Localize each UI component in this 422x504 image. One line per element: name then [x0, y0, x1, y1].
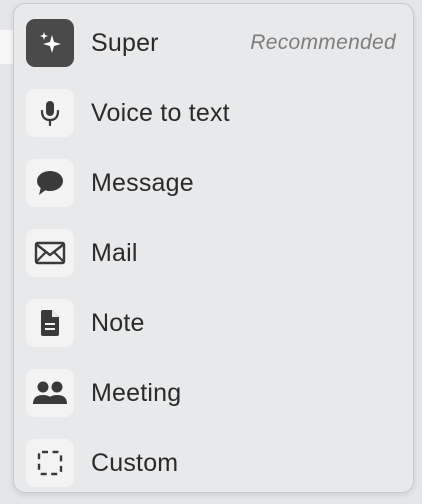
- menu-item-voice-to-text[interactable]: Voice to text: [14, 78, 413, 148]
- menu-item-label: Voice to text: [91, 98, 230, 127]
- menu-item-label: Message: [91, 168, 194, 197]
- menu-item-meeting[interactable]: Meeting: [14, 358, 413, 428]
- menu-item-super[interactable]: Super Recommended: [14, 8, 413, 78]
- mode-dropdown-menu: Super Recommended Voice to text Message: [13, 3, 414, 493]
- people-icon: [26, 369, 74, 417]
- menu-item-note[interactable]: Note: [14, 288, 413, 358]
- chat-bubble-icon: [26, 159, 74, 207]
- recommended-badge: Recommended: [250, 31, 396, 54]
- dashed-square-icon: [26, 439, 74, 487]
- menu-item-mail[interactable]: Mail: [14, 218, 413, 288]
- envelope-icon: [26, 229, 74, 277]
- menu-item-label: Super: [91, 28, 159, 57]
- menu-item-message[interactable]: Message: [14, 148, 413, 218]
- document-icon: [26, 299, 74, 347]
- menu-item-custom[interactable]: Custom: [14, 428, 413, 498]
- menu-item-label: Custom: [91, 448, 179, 477]
- menu-item-label: Meeting: [91, 378, 182, 407]
- microphone-icon: [26, 89, 74, 137]
- menu-item-label: Mail: [91, 238, 138, 267]
- sparkles-icon: [26, 19, 74, 67]
- menu-item-label: Note: [91, 308, 145, 337]
